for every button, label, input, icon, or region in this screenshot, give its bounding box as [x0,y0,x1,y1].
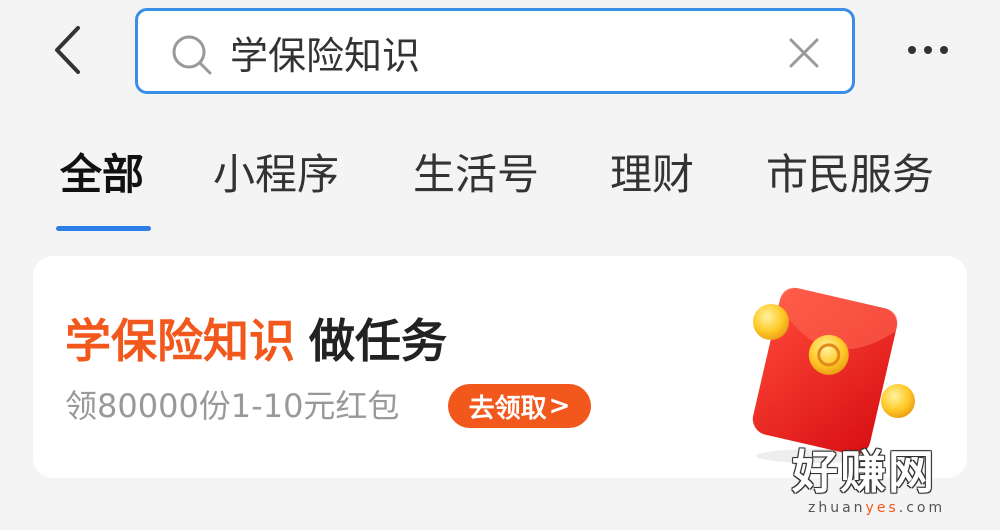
tab-mini-programs[interactable]: 小程序 [213,148,339,202]
tab-all[interactable]: 全部 [60,148,144,202]
more-options-button[interactable] [898,28,958,72]
chevron-right-icon: > [548,391,571,421]
back-arrow-icon [55,26,80,74]
clear-search-button[interactable] [784,33,824,73]
back-button[interactable] [42,22,92,78]
promo-title: 学保险知识 做任务 [65,312,447,370]
more-dots-icon [908,46,916,54]
tab-life-accounts[interactable]: 生活号 [413,148,539,202]
promo-subtitle: 领80000份1-10元红包 [65,387,400,425]
active-tab-indicator [56,226,151,231]
tab-finance[interactable]: 理财 [610,148,694,202]
search-box[interactable] [135,8,855,94]
watermark-logo: 好赚网 [792,445,936,499]
red-envelope-icon [752,287,915,463]
claim-button-label: 去领取 [468,393,547,424]
search-icon [172,35,212,75]
search-input[interactable] [230,21,750,83]
more-dots-icon [924,46,932,54]
category-tabs: 全部 小程序 生活号 理财 市民服务 [0,130,1000,240]
claim-button[interactable]: 去领取 > [448,384,591,428]
top-bar [0,0,1000,100]
tab-citizen-services[interactable]: 市民服务 [766,148,934,202]
close-icon [789,38,819,68]
watermark-url: zhuanyes.com [808,500,946,516]
promo-title-rest: 做任务 [309,314,447,368]
watermark: 好赚网 zhuanyes.com [792,446,992,526]
more-dots-icon [940,46,948,54]
promo-title-highlight: 学保险知识 [65,314,295,368]
